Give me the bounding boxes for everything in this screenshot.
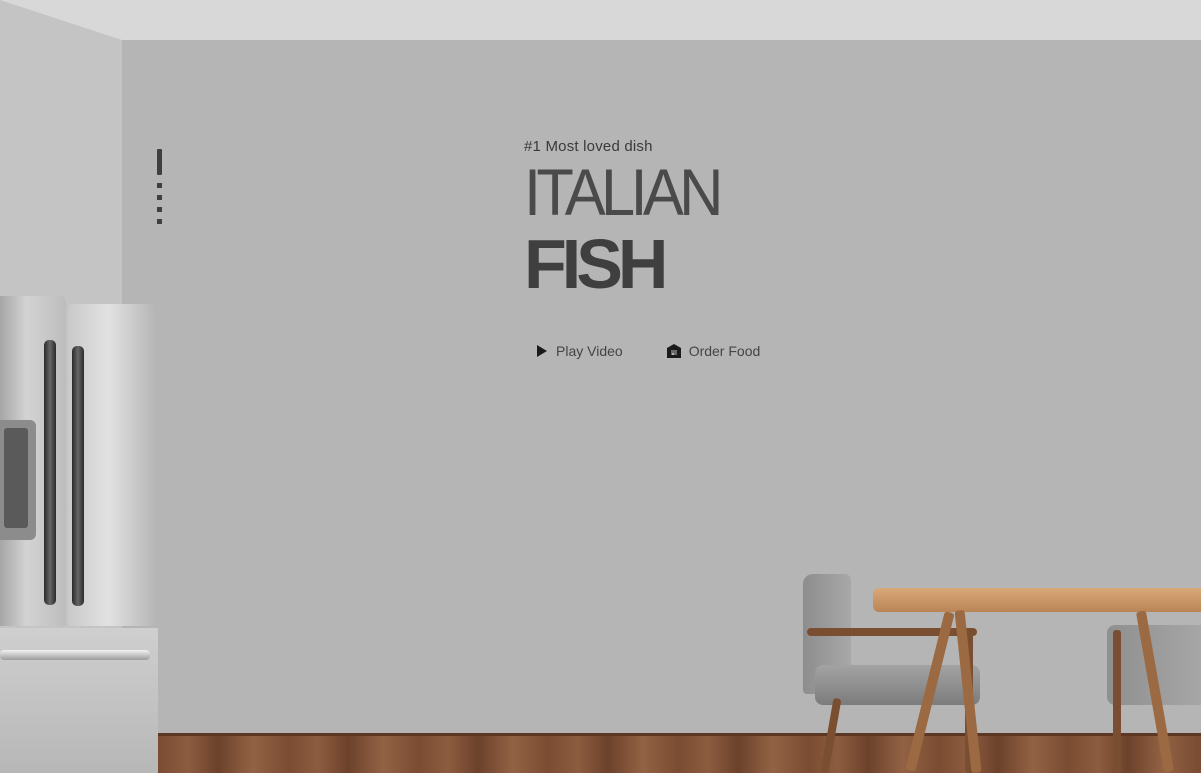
slide-indicator-dot[interactable] xyxy=(157,207,162,212)
order-food-label: Order Food xyxy=(688,343,761,359)
fridge-water-dispenser xyxy=(0,420,36,540)
hero-actions: Play Video Order Food xyxy=(536,343,760,359)
play-video-button[interactable]: Play Video xyxy=(536,343,623,359)
chair-leg xyxy=(1113,630,1121,773)
play-video-label: Play Video xyxy=(556,343,623,359)
restaurant-icon xyxy=(666,344,681,358)
ceiling xyxy=(0,0,1201,40)
fridge-handle-left xyxy=(44,340,56,605)
slide-indicator-dot[interactable] xyxy=(157,195,162,200)
slide-indicator[interactable] xyxy=(157,149,163,229)
table-top xyxy=(873,588,1201,612)
slide-indicator-active[interactable] xyxy=(157,149,162,175)
fridge-handle-right xyxy=(72,346,84,606)
slide-indicator-dot[interactable] xyxy=(157,183,162,188)
chair-leg xyxy=(820,697,842,773)
order-food-button[interactable]: Order Food xyxy=(666,343,761,359)
fridge-freezer-handle xyxy=(0,650,150,660)
tagline: #1 Most loved dish xyxy=(524,138,653,155)
refrigerator-image xyxy=(0,290,160,773)
chair-arm xyxy=(807,628,977,636)
title-line-1: ITALIAN xyxy=(524,155,723,229)
title-line-2: FISH xyxy=(524,225,668,303)
dining-table-image xyxy=(795,570,1201,773)
play-icon xyxy=(536,345,548,357)
hero: #1 Most loved dish ITALIAN FISH xyxy=(524,138,734,303)
slide-indicator-dot[interactable] xyxy=(157,219,162,224)
